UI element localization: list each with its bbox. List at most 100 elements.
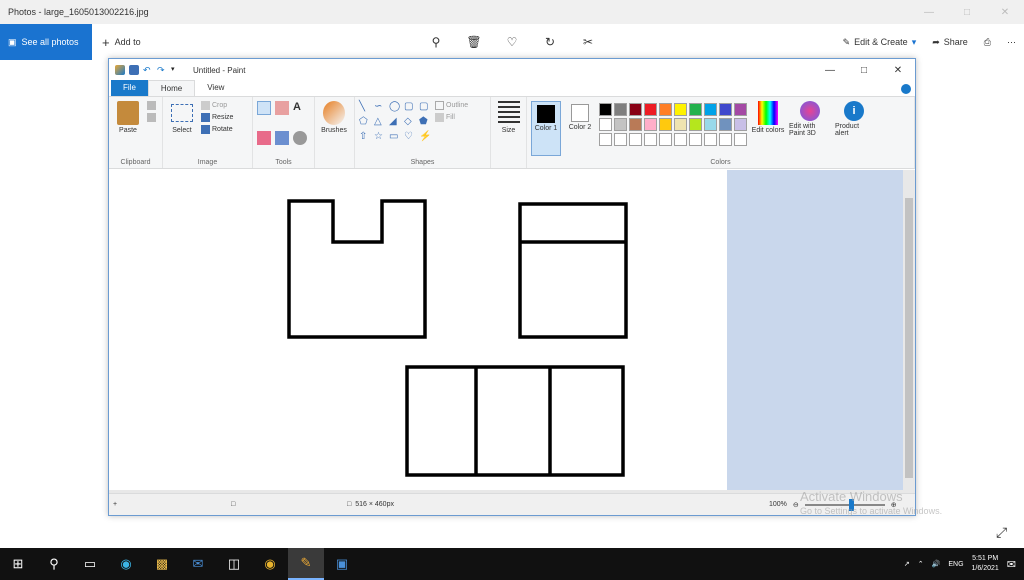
drawing-canvas[interactable] bbox=[109, 170, 727, 490]
zoom-out-icon[interactable]: ⊖ bbox=[793, 501, 799, 509]
palette-swatch[interactable] bbox=[614, 103, 627, 116]
paint-taskbar-icon[interactable]: ✎ bbox=[288, 548, 324, 580]
palette-swatch[interactable] bbox=[719, 118, 732, 131]
tab-view[interactable]: View bbox=[195, 80, 236, 96]
favorite-icon[interactable]: ♡ bbox=[504, 34, 520, 50]
select-button[interactable]: Select bbox=[167, 101, 197, 156]
copy-icon[interactable] bbox=[147, 113, 156, 122]
network-icon[interactable]: ↗ bbox=[904, 560, 910, 568]
chrome-icon[interactable]: ◉ bbox=[252, 548, 288, 580]
clock[interactable]: 5:51 PM 1/6/2021 bbox=[972, 554, 999, 574]
arrow-shape-icon[interactable]: ⇧ bbox=[359, 131, 371, 143]
vertical-scrollbar[interactable] bbox=[903, 170, 915, 494]
store-icon[interactable]: ◫ bbox=[216, 548, 252, 580]
language-indicator[interactable]: ENG bbox=[948, 561, 963, 568]
palette-swatch[interactable] bbox=[659, 103, 672, 116]
crop-button[interactable]: Crop bbox=[201, 101, 233, 110]
palette-swatch[interactable] bbox=[614, 133, 627, 146]
palette-swatch[interactable] bbox=[719, 133, 732, 146]
rotate-icon[interactable]: ↻ bbox=[542, 34, 558, 50]
callout-shape-icon[interactable]: ▭ bbox=[389, 131, 401, 143]
photos-taskbar-icon[interactable]: ▣ bbox=[324, 548, 360, 580]
palette-swatch[interactable] bbox=[629, 103, 642, 116]
rotate-button[interactable]: Rotate bbox=[201, 125, 233, 134]
shapes-gallery[interactable]: ╲ ∽ ◯ ▢ ▢ ⬠ △ ◢ ◇ ⬟ ⇧ ☆ ▭ ♡ ⚡ bbox=[359, 101, 431, 156]
edit-paint3d-button[interactable]: Edit with Paint 3D bbox=[789, 101, 831, 156]
edit-create-button[interactable]: ✎ Edit & Create ▾ bbox=[843, 37, 917, 48]
palette-swatch[interactable] bbox=[629, 118, 642, 131]
print-button[interactable]: ⎙ bbox=[984, 37, 991, 48]
outline-button[interactable]: Outline bbox=[435, 101, 468, 110]
palette-swatch[interactable] bbox=[599, 103, 612, 116]
cut-icon[interactable] bbox=[147, 101, 156, 110]
palette-swatch[interactable] bbox=[599, 133, 612, 146]
palette-swatch[interactable] bbox=[644, 103, 657, 116]
oval-shape-icon[interactable]: ◯ bbox=[389, 101, 401, 113]
maximize-icon[interactable]: □ bbox=[948, 0, 986, 24]
palette-swatch[interactable] bbox=[599, 118, 612, 131]
paint-close-icon[interactable]: ✕ bbox=[881, 65, 915, 76]
save-icon[interactable] bbox=[129, 65, 139, 75]
palette-swatch[interactable] bbox=[689, 133, 702, 146]
tab-file[interactable]: File bbox=[111, 80, 148, 96]
fill-icon[interactable] bbox=[275, 101, 289, 115]
right-triangle-shape-icon[interactable]: ◢ bbox=[389, 116, 401, 128]
mail-icon[interactable]: ✉ bbox=[180, 548, 216, 580]
star-shape-icon[interactable]: ☆ bbox=[374, 131, 386, 143]
magnifier-icon[interactable] bbox=[293, 130, 307, 145]
brushes-button[interactable]: Brushes bbox=[319, 101, 349, 156]
paste-button[interactable]: Paste bbox=[113, 101, 143, 156]
rect-shape-icon[interactable]: ▢ bbox=[404, 101, 416, 113]
palette-swatch[interactable] bbox=[674, 133, 687, 146]
palette-swatch[interactable] bbox=[704, 118, 717, 131]
help-icon[interactable] bbox=[901, 83, 911, 94]
see-all-photos-button[interactable]: ▣ See all photos bbox=[0, 24, 92, 60]
palette-swatch[interactable] bbox=[674, 103, 687, 116]
search-icon[interactable]: ⚲ bbox=[36, 548, 72, 580]
roundrect-shape-icon[interactable]: ▢ bbox=[419, 101, 431, 113]
start-icon[interactable]: ⊞ bbox=[0, 548, 36, 580]
palette-swatch[interactable] bbox=[734, 103, 747, 116]
palette-swatch[interactable] bbox=[689, 118, 702, 131]
palette-swatch[interactable] bbox=[629, 133, 642, 146]
color2-button[interactable]: Color 2 bbox=[565, 101, 595, 156]
edge-icon[interactable]: ◉ bbox=[108, 548, 144, 580]
paint-minimize-icon[interactable]: — bbox=[813, 65, 847, 76]
eraser-icon[interactable] bbox=[257, 130, 271, 145]
zoom-icon[interactable]: ⚲ bbox=[428, 34, 444, 50]
expand-icon[interactable]: ⤢ bbox=[996, 524, 1007, 541]
undo-icon[interactable]: ↶ bbox=[143, 65, 153, 75]
palette-swatch[interactable] bbox=[659, 118, 672, 131]
palette-swatch[interactable] bbox=[734, 118, 747, 131]
show-hidden-icon[interactable]: ⌃ bbox=[918, 560, 924, 568]
palette-swatch[interactable] bbox=[614, 118, 627, 131]
diamond-shape-icon[interactable]: ◇ bbox=[404, 116, 416, 128]
lightning-shape-icon[interactable]: ⚡ bbox=[419, 131, 431, 143]
minimize-icon[interactable]: — bbox=[910, 0, 948, 24]
color-picker-icon[interactable] bbox=[275, 130, 289, 145]
palette-swatch[interactable] bbox=[719, 103, 732, 116]
notifications-icon[interactable]: ✉ bbox=[1007, 558, 1016, 571]
tab-home[interactable]: Home bbox=[147, 80, 196, 96]
line-shape-icon[interactable]: ╲ bbox=[359, 101, 371, 113]
paint-maximize-icon[interactable]: □ bbox=[847, 65, 881, 76]
curve-shape-icon[interactable]: ∽ bbox=[374, 101, 386, 113]
palette-swatch[interactable] bbox=[644, 118, 657, 131]
share-button[interactable]: ➦ Share bbox=[932, 37, 968, 48]
palette-swatch[interactable] bbox=[644, 133, 657, 146]
palette-swatch[interactable] bbox=[689, 103, 702, 116]
redo-icon[interactable]: ↷ bbox=[157, 65, 167, 75]
triangle-shape-icon[interactable]: △ bbox=[374, 116, 386, 128]
palette-swatch[interactable] bbox=[674, 118, 687, 131]
task-view-icon[interactable]: ▭ bbox=[72, 548, 108, 580]
customize-icon[interactable]: ▾ bbox=[171, 65, 181, 75]
close-icon[interactable]: ✕ bbox=[986, 0, 1024, 24]
palette-swatch[interactable] bbox=[704, 103, 717, 116]
volume-icon[interactable]: 🔊 bbox=[932, 560, 941, 568]
polygon-shape-icon[interactable]: ⬠ bbox=[359, 116, 371, 128]
color1-button[interactable]: Color 1 bbox=[531, 101, 561, 156]
vertical-scroll-thumb[interactable] bbox=[905, 198, 913, 478]
crop-icon[interactable]: ✂ bbox=[580, 34, 596, 50]
product-alert-button[interactable]: i Product alert bbox=[835, 101, 873, 156]
palette-swatch[interactable] bbox=[704, 133, 717, 146]
